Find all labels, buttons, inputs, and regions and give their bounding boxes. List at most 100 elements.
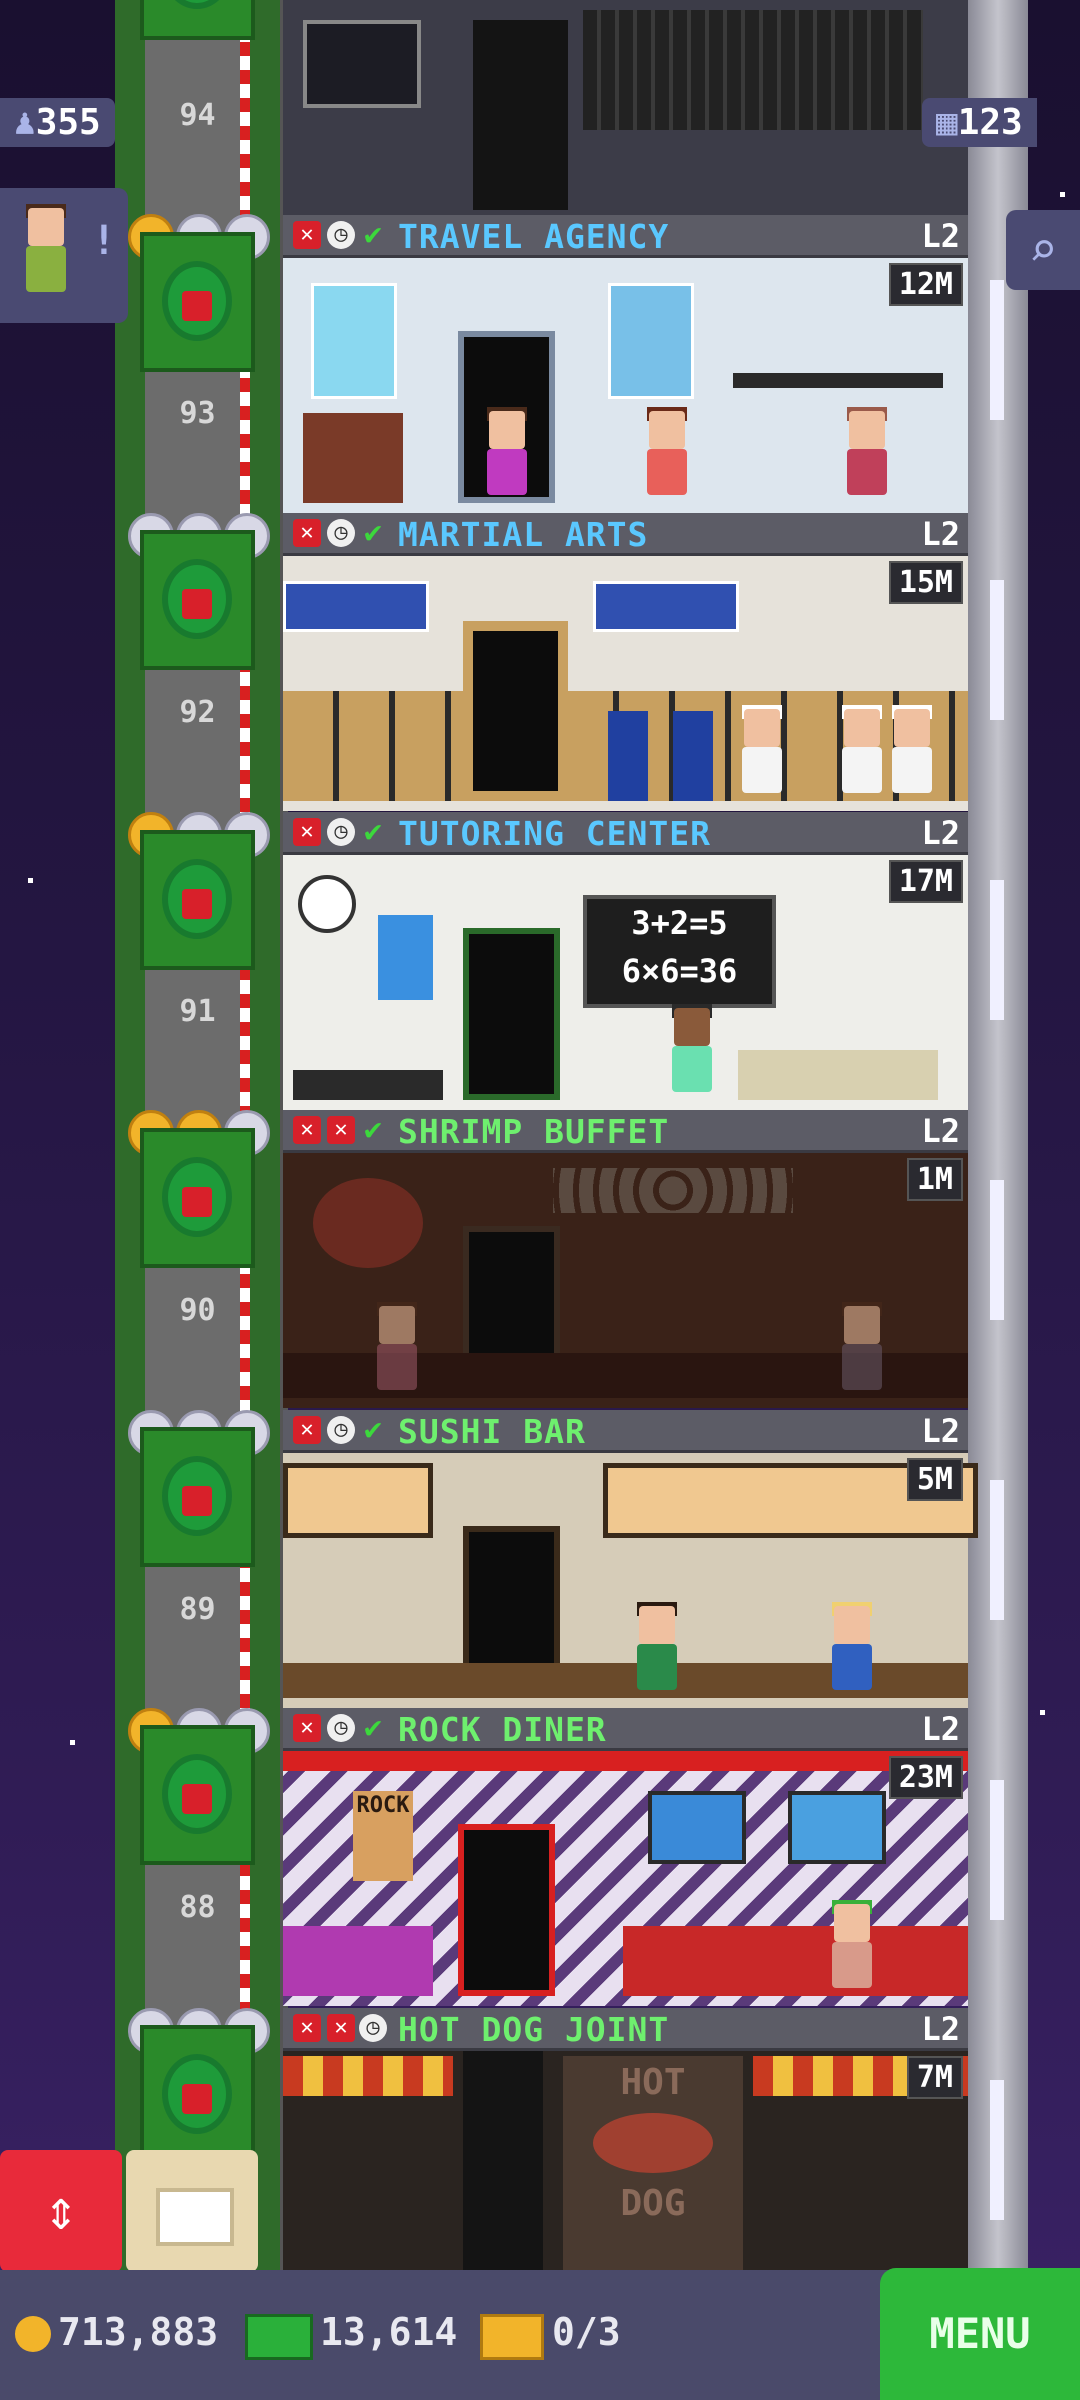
floor-number: 90 (179, 1293, 216, 1328)
clock-icon: ◷ (327, 519, 355, 547)
punching-bag (673, 711, 713, 801)
check-icon: ✔ (363, 814, 383, 849)
floor-name: SHRIMP BUFFET (398, 1112, 670, 1151)
floor-number: 88 (179, 1890, 216, 1925)
floor-name: MARTIAL ARTS (398, 515, 649, 554)
check-icon: ✔ (363, 1710, 383, 1745)
person-icon: ♟ (14, 102, 36, 143)
floor-header: ✕ ◷ ✔ ROCK DINER L2 (283, 1708, 968, 1751)
elevator-cab[interactable] (140, 1427, 255, 1567)
clock-wall-icon (298, 875, 356, 933)
apple-poster (378, 915, 433, 1000)
floor-hot-dog-joint[interactable]: ✕ ✕ ◷ HOT DOG JOINT L2 HOT DOG 7M (283, 2008, 968, 2270)
floor-name: TRAVEL AGENCY (398, 217, 670, 256)
floor-header: ✕ ◷ ✔ TUTORING CENTER L2 (283, 812, 968, 855)
building-wall-right (968, 0, 1028, 2270)
floor-name: HOT DOG JOINT (398, 2010, 670, 2049)
check-icon: ✔ (363, 1412, 383, 1447)
person (373, 1302, 419, 1396)
stock-badge: 23M (888, 1756, 963, 1799)
chalkboard-line: 3+2=5 (631, 904, 728, 942)
shrimp-decor (313, 1178, 423, 1268)
stock-badge: 7M (906, 2056, 963, 2099)
x-icon: ✕ (327, 2014, 355, 2042)
diner-booth (623, 1926, 968, 1996)
banner (593, 581, 739, 632)
floor-number: 93 (179, 396, 216, 431)
computer-desk (738, 1050, 938, 1100)
desk (293, 1070, 443, 1100)
stock-badge: 15M (888, 561, 963, 604)
check-icon: ✔ (363, 515, 383, 550)
person (483, 407, 529, 501)
floor-level: L2 (921, 515, 960, 553)
floor-header: ✕ ✕ ✔ SHRIMP BUFFET L2 (283, 1110, 968, 1153)
floor-level: L2 (921, 1710, 960, 1748)
stock-badge: 1M (906, 1158, 963, 1201)
elevator-cab[interactable] (140, 2025, 255, 2165)
rock-sign: ROCK (353, 1791, 413, 1881)
framed-picture (648, 1791, 746, 1864)
floor-level: L2 (921, 1412, 960, 1450)
floor-martial-arts[interactable]: ✕ ◷ ✔ MARTIAL ARTS L2 15M (283, 513, 968, 811)
bow-icon (182, 889, 212, 919)
elevator-cab[interactable] (140, 830, 255, 970)
floor-level: L2 (921, 814, 960, 852)
x-icon: ✕ (293, 1116, 321, 1144)
star-decor (70, 1740, 75, 1745)
chalkboard-line: 6×6=36 (621, 952, 738, 990)
x-icon: ✕ (293, 221, 321, 249)
menu-button[interactable]: MENU (880, 2268, 1080, 2400)
floor-number: 89 (179, 1592, 216, 1627)
hotdog-icon (593, 2113, 713, 2173)
person (668, 1004, 714, 1098)
tickets-value: 0/3 (552, 2310, 621, 2354)
elevator-cab[interactable] (140, 1128, 255, 1268)
floor-travel-agency[interactable]: ✕ ◷ ✔ TRAVEL AGENCY L2 12M (283, 215, 968, 513)
floor-header: ✕ ✕ ◷ HOT DOG JOINT L2 (283, 2008, 968, 2051)
bitizen-alert-button[interactable]: ! (0, 188, 128, 323)
chalkboard: 3+2=5 6×6=36 (583, 895, 776, 1008)
elevator-cab[interactable] (140, 0, 255, 40)
alert-mark-icon: ! (91, 218, 116, 264)
floor-number: 92 (179, 695, 216, 730)
floor-shrimp-buffet[interactable]: ✕ ✕ ✔ SHRIMP BUFFET L2 1M (283, 1110, 968, 1408)
partial-floor-top[interactable] (283, 0, 968, 215)
x-icon: ✕ (293, 1416, 321, 1444)
stock-board (583, 10, 923, 130)
grid-icon: ▦ (936, 102, 958, 143)
search-icon[interactable]: ⌕ (1006, 210, 1080, 290)
diner-booth (283, 1926, 433, 1996)
floor-rock-diner[interactable]: ✕ ◷ ✔ ROCK DINER L2 ROCK 23M (283, 1708, 968, 2006)
banner (283, 581, 429, 632)
brochure-shelf (303, 413, 403, 503)
floor-name: SUSHI BAR (398, 1412, 586, 1451)
stock-badge: 12M (888, 263, 963, 306)
elevator-arrows-icon[interactable]: ⇕ (0, 2150, 122, 2272)
neon-strip (283, 1751, 968, 1771)
population-counter[interactable]: ♟355 (0, 98, 115, 147)
floor-tutoring-center[interactable]: ✕ ◷ ✔ TUTORING CENTER L2 3+2=5 6×6=36 17… (283, 812, 968, 1110)
floors-counter[interactable]: ▦123 (922, 98, 1037, 147)
person (838, 1302, 884, 1396)
door (458, 1824, 555, 1996)
star-decor (28, 878, 33, 883)
bux-icon (245, 2314, 313, 2360)
floor-number: 94 (179, 98, 216, 133)
elevator-cab[interactable] (140, 1725, 255, 1865)
floor-header: ✕ ◷ ✔ SUSHI BAR L2 (283, 1410, 968, 1453)
person (633, 1602, 679, 1696)
awning (283, 2056, 453, 2096)
build-box-icon[interactable] (126, 2150, 258, 2272)
floor-sushi-bar[interactable]: ✕ ◷ ✔ SUSHI BAR L2 5M (283, 1410, 978, 1708)
check-icon: ✔ (363, 217, 383, 252)
stock-badge: 17M (888, 860, 963, 903)
framed-picture (788, 1791, 886, 1864)
bitizen-avatar (22, 204, 68, 298)
person (838, 705, 884, 799)
x-icon: ✕ (293, 1714, 321, 1742)
shoji-window (283, 1463, 433, 1538)
elevator-cab[interactable] (140, 232, 255, 372)
clock-icon: ◷ (359, 2014, 387, 2042)
elevator-cab[interactable] (140, 530, 255, 670)
